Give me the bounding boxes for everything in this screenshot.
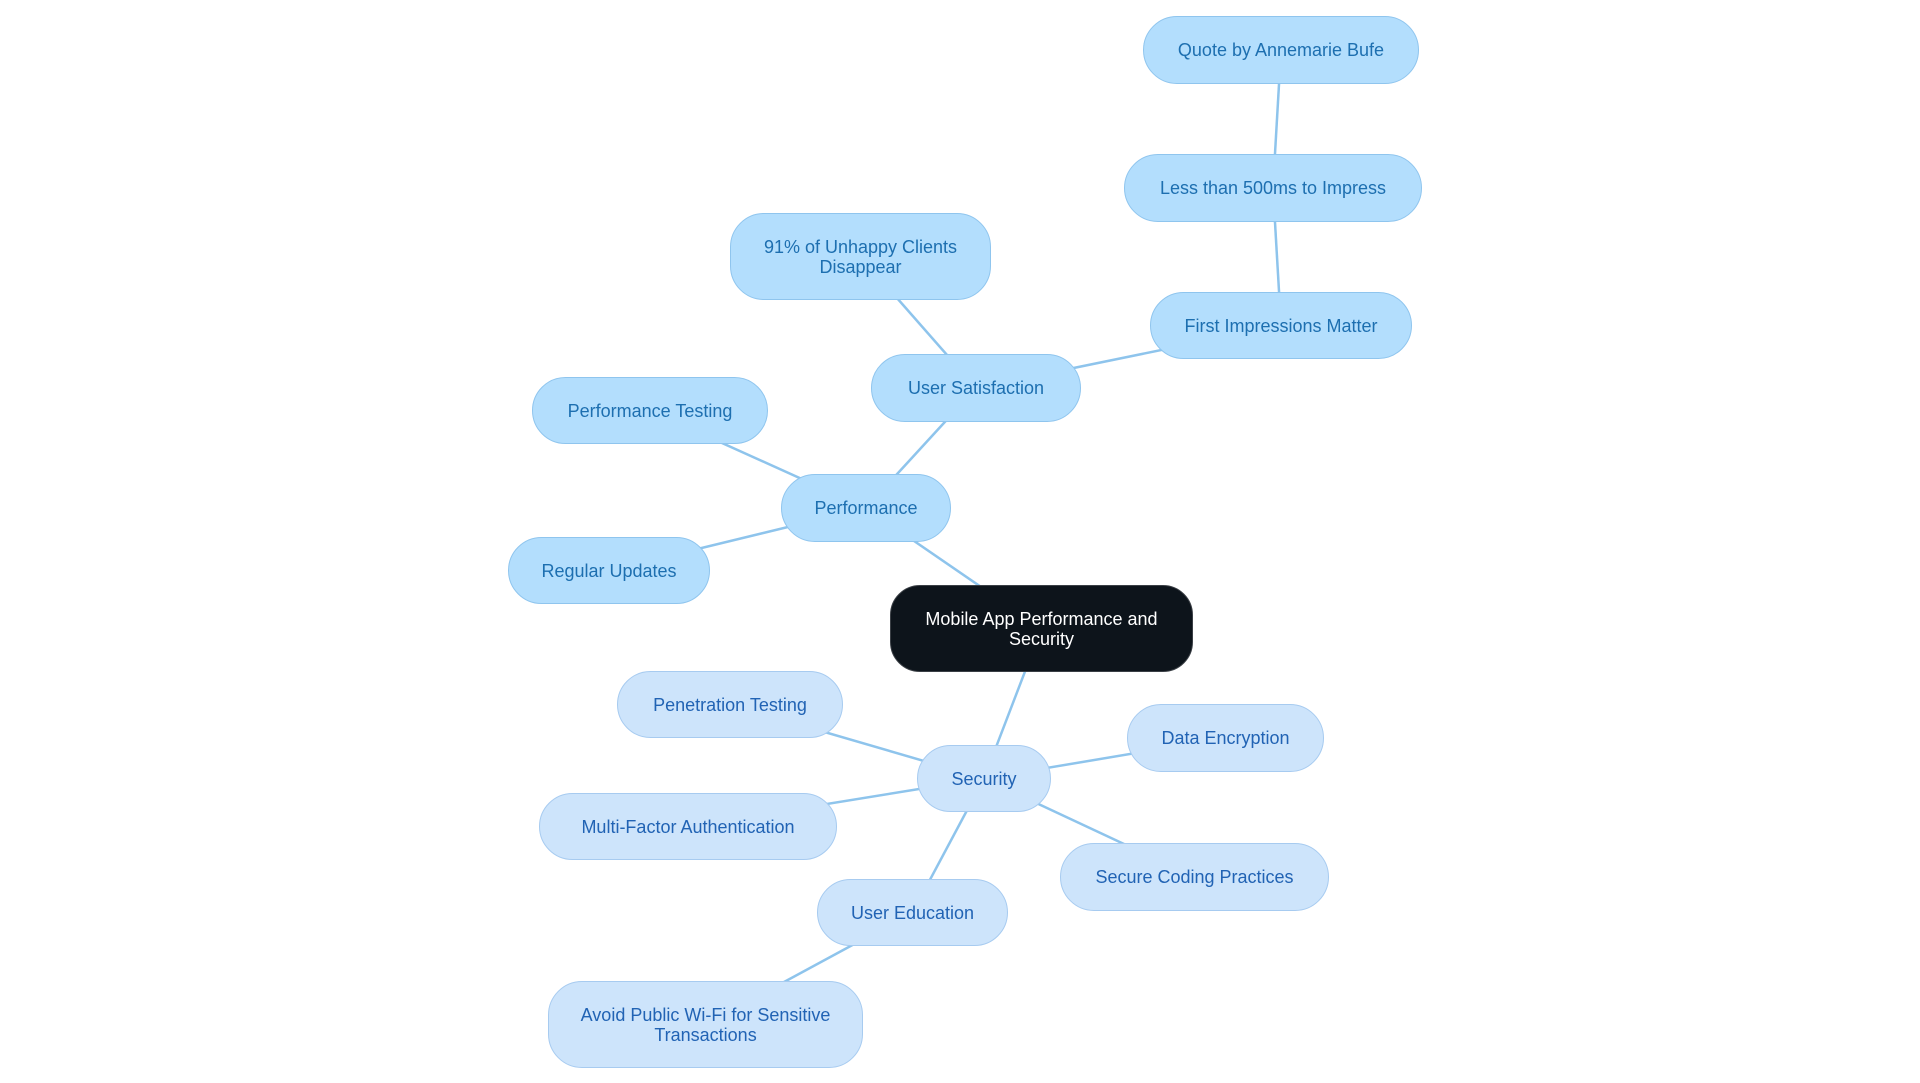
node-label: Mobile App Performance and Security — [925, 608, 1158, 649]
node-label: Penetration Testing — [653, 694, 807, 715]
node-first-impressions[interactable]: First Impressions Matter — [1150, 292, 1412, 359]
node-less-than-500ms[interactable]: Less than 500ms to Impress — [1124, 154, 1422, 222]
node-label: Performance — [814, 498, 918, 518]
mindmap-canvas: Mobile App Performance and Security Perf… — [0, 0, 1920, 1083]
node-label: Avoid Public Wi-Fi for Sensitive Transac… — [580, 1004, 831, 1045]
node-label: Data Encryption — [1161, 728, 1290, 748]
node-data-encryption[interactable]: Data Encryption — [1127, 704, 1324, 772]
node-penetration-testing[interactable]: Penetration Testing — [617, 671, 843, 738]
node-label: Multi-Factor Authentication — [581, 816, 795, 837]
node-root[interactable]: Mobile App Performance and Security — [890, 585, 1193, 672]
node-label: User Education — [850, 902, 975, 923]
node-label: Regular Updates — [541, 560, 677, 581]
node-secure-coding[interactable]: Secure Coding Practices — [1060, 843, 1329, 911]
node-security[interactable]: Security — [917, 745, 1051, 812]
node-label: Less than 500ms to Impress — [1159, 178, 1387, 198]
node-quote-annemarie[interactable]: Quote by Annemarie Bufe — [1143, 16, 1419, 84]
node-avoid-public-wifi[interactable]: Avoid Public Wi-Fi for Sensitive Transac… — [548, 981, 863, 1068]
node-user-satisfaction[interactable]: User Satisfaction — [871, 354, 1081, 422]
node-multi-factor-auth[interactable]: Multi-Factor Authentication — [539, 793, 837, 860]
node-label: Security — [951, 768, 1017, 789]
node-performance-testing[interactable]: Performance Testing — [532, 377, 768, 444]
node-label: User Satisfaction — [907, 378, 1045, 398]
node-performance[interactable]: Performance — [781, 474, 951, 542]
node-label: Secure Coding Practices — [1095, 867, 1294, 887]
node-unhappy-clients[interactable]: 91% of Unhappy Clients Disappear — [730, 213, 991, 300]
node-user-education[interactable]: User Education — [817, 879, 1008, 946]
node-label: Performance Testing — [567, 400, 733, 421]
node-label: Quote by Annemarie Bufe — [1177, 40, 1385, 60]
node-regular-updates[interactable]: Regular Updates — [508, 537, 710, 604]
node-label: 91% of Unhappy Clients Disappear — [763, 236, 958, 277]
node-label: First Impressions Matter — [1184, 315, 1378, 336]
